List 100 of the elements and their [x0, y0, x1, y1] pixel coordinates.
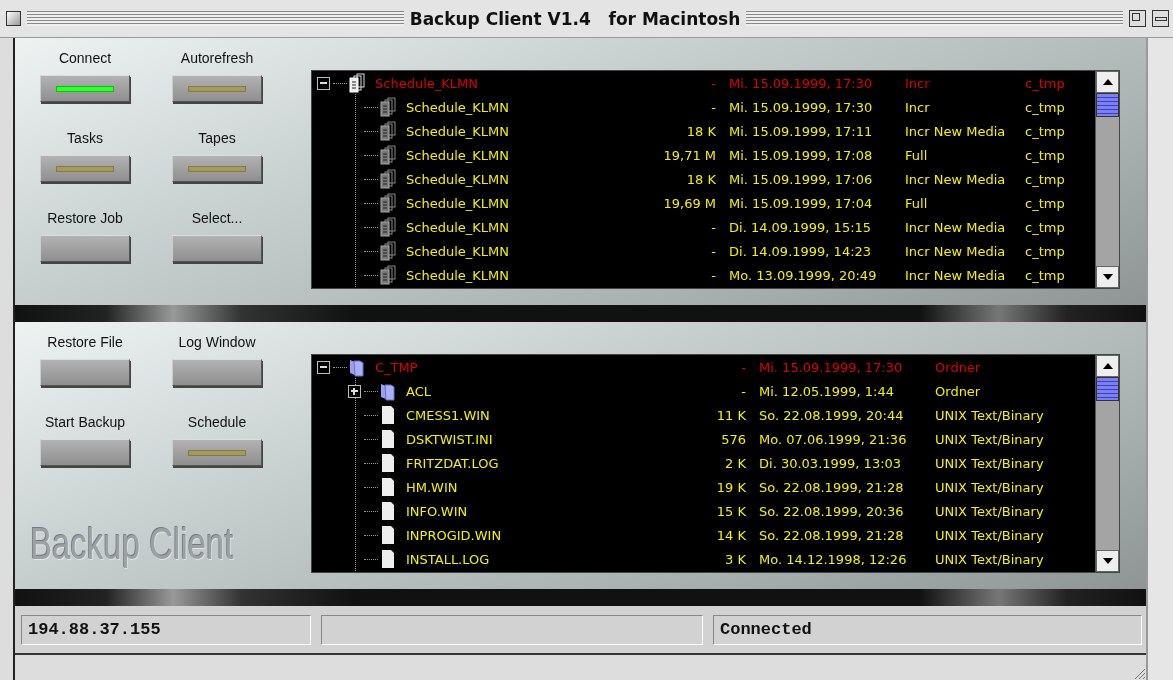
- size-text: -: [710, 243, 717, 259]
- size-text: -: [710, 75, 717, 91]
- stacked-pages-icon: [378, 169, 398, 189]
- date-text: Mi. 15.09.1999, 17:08: [729, 147, 874, 163]
- button-label: Tapes: [198, 130, 236, 146]
- list-row[interactable]: Schedule_KLMN - Di. 14.09.1999, 14:23 Incr New Media c_tmp: [312, 239, 1096, 263]
- type-text: Incr New Media: [905, 267, 1007, 283]
- lamp-button[interactable]: [172, 155, 262, 182]
- lamp-button[interactable]: [172, 75, 262, 102]
- list-row[interactable]: Schedule_KLMN - Mi. 15.09.1999, 17:30 Incr c_tmp: [312, 95, 1096, 119]
- plain-button[interactable]: [40, 439, 130, 466]
- scroll-up-button[interactable]: [1096, 355, 1119, 377]
- lamp-button[interactable]: [40, 75, 130, 102]
- type-text: Ordner: [935, 359, 982, 375]
- up-arrow-icon: [1101, 362, 1114, 370]
- size-text: 14 K: [715, 527, 747, 543]
- size-text: 11 K: [715, 407, 747, 423]
- plain-button[interactable]: [40, 359, 130, 386]
- list-row[interactable]: CMESS1.WIN 11 K So. 22.08.1999, 20:44 UNIX Text/Binary: [312, 403, 1096, 427]
- target-text: c_tmp: [1025, 123, 1066, 139]
- scroll-down-button[interactable]: [1096, 266, 1119, 288]
- item-name: INPROGID.WIN: [406, 527, 503, 543]
- logo-text: Backup Client: [30, 519, 234, 569]
- stacked-pages-icon: [378, 241, 398, 261]
- type-text: UNIX Text/Binary: [935, 527, 1045, 543]
- list-row[interactable]: Schedule_KLMN - Di. 14.09.1999, 15:15 Incr New Media c_tmp: [312, 215, 1096, 239]
- list-row[interactable]: C_TMP - Mi. 15.09.1999, 17:30 Ordner: [312, 355, 1096, 379]
- item-name: Schedule_KLMN: [406, 267, 510, 283]
- collapse-toggle[interactable]: [317, 76, 330, 90]
- size-text: 18 K: [685, 123, 717, 139]
- scroll-down-button[interactable]: [1096, 550, 1119, 572]
- plain-button[interactable]: [40, 235, 130, 262]
- list-row[interactable]: INFO.WIN 15 K So. 22.08.1999, 20:36 UNIX Text/Binary: [312, 499, 1096, 523]
- list-row[interactable]: Schedule_KLMN 19,71 M Mi. 15.09.1999, 17:08 Full c_tmp: [312, 143, 1096, 167]
- expand-toggle[interactable]: [348, 384, 361, 398]
- list-row[interactable]: ACL - Mi. 12.05.1999, 1:44 Ordner: [312, 379, 1096, 403]
- type-text: Incr: [905, 99, 931, 115]
- date-text: Mi. 15.09.1999, 17:04: [729, 195, 874, 211]
- close-box[interactable]: [6, 11, 21, 26]
- item-name: Schedule_KLMN: [406, 219, 510, 235]
- stacked-pages-icon: [378, 121, 398, 141]
- plain-button[interactable]: [172, 359, 262, 386]
- size-text: -: [710, 99, 717, 115]
- zoom-box[interactable]: [1129, 10, 1146, 27]
- type-text: UNIX Text/Binary: [935, 455, 1045, 471]
- item-name: Schedule_KLMN: [406, 123, 510, 139]
- stacked-pages-icon: [378, 217, 398, 237]
- size-text: 576: [720, 431, 747, 447]
- type-text: Ordner: [935, 383, 982, 399]
- scrollbar[interactable]: [1095, 355, 1119, 572]
- lamp-button[interactable]: [172, 439, 262, 466]
- item-name: Schedule_KLMN: [406, 171, 510, 187]
- item-name: Schedule_KLMN: [406, 99, 510, 115]
- list-row[interactable]: DSKTWIST.INI 576 Mo. 07.06.1999, 21:36 UNIX Text/Binary: [312, 427, 1096, 451]
- button-label: Restore Job: [47, 210, 123, 226]
- scroll-thumb[interactable]: [1096, 93, 1119, 117]
- list-row[interactable]: Schedule_KLMN 18 K Mi. 15.09.1999, 17:11 Incr New Media c_tmp: [312, 119, 1096, 143]
- list-row[interactable]: HM.WIN 19 K So. 22.08.1999, 21:28 UNIX Text/Binary: [312, 475, 1096, 499]
- button-label: Schedule: [187, 414, 247, 430]
- collapse-box[interactable]: [1152, 10, 1169, 27]
- item-name: Schedule_KLMN: [406, 195, 510, 211]
- date-text: Mi. 15.09.1999, 17:06: [729, 171, 874, 187]
- size-text: 3 K: [724, 551, 747, 567]
- scroll-thumb[interactable]: [1096, 377, 1119, 401]
- item-name: Schedule_KLMN: [406, 147, 510, 163]
- list-row[interactable]: Schedule_KLMN 18 K Mi. 15.09.1999, 17:06 Incr New Media c_tmp: [312, 167, 1096, 191]
- date-text: Mi. 15.09.1999, 17:30: [729, 99, 874, 115]
- item-name: CMESS1.WIN: [406, 407, 491, 423]
- date-text: Mo. 14.12.1998, 12:26: [759, 551, 908, 567]
- size-text: 19 K: [715, 479, 747, 495]
- list-row[interactable]: FRITZDAT.LOG 2 K Di. 30.03.1999, 13:03 UNIX Text/Binary: [312, 451, 1096, 475]
- target-text: c_tmp: [1025, 219, 1066, 235]
- list-row[interactable]: Schedule_KLMN - Mi. 15.09.1999, 17:30 Incr c_tmp: [312, 71, 1096, 95]
- scrollbar[interactable]: [1095, 71, 1119, 288]
- item-name: DSKTWIST.INI: [406, 431, 494, 447]
- plain-button[interactable]: [172, 235, 262, 262]
- date-text: Mi. 12.05.1999, 1:44: [759, 383, 895, 399]
- list-row[interactable]: Schedule_KLMN 19,69 M Mi. 15.09.1999, 17:04 Full c_tmp: [312, 191, 1096, 215]
- scroll-up-button[interactable]: [1096, 71, 1119, 93]
- type-text: Incr: [905, 75, 931, 91]
- stacked-pages-icon: [378, 145, 398, 165]
- resize-grip-icon[interactable]: [1132, 666, 1146, 680]
- list-row[interactable]: Schedule_KLMN - Mo. 13.09.1999, 20:49 Incr New Media c_tmp: [312, 263, 1096, 287]
- target-text: c_tmp: [1025, 243, 1066, 259]
- type-text: Full: [905, 147, 929, 163]
- list-row[interactable]: INSTALL.LOG 3 K Mo. 14.12.1998, 12:26 UNIX Text/Binary: [312, 547, 1096, 571]
- item-name: INSTALL.LOG: [406, 551, 491, 567]
- item-name: ACL: [406, 383, 432, 399]
- type-text: UNIX Text/Binary: [935, 431, 1045, 447]
- type-text: UNIX Text/Binary: [935, 503, 1045, 519]
- item-name: HM.WIN: [406, 479, 459, 495]
- date-text: Di. 14.09.1999, 14:23: [729, 243, 873, 259]
- list-row[interactable]: INPROGID.WIN 14 K So. 22.08.1999, 21:28 UNIX Text/Binary: [312, 523, 1096, 547]
- size-text: 15 K: [715, 503, 747, 519]
- size-text: -: [710, 219, 717, 235]
- button-label: Log Window: [178, 334, 256, 350]
- date-text: So. 22.08.1999, 21:28: [759, 527, 905, 543]
- lamp-button[interactable]: [40, 155, 130, 182]
- stacked-pages-icon: [347, 73, 367, 93]
- collapse-toggle[interactable]: [317, 360, 330, 374]
